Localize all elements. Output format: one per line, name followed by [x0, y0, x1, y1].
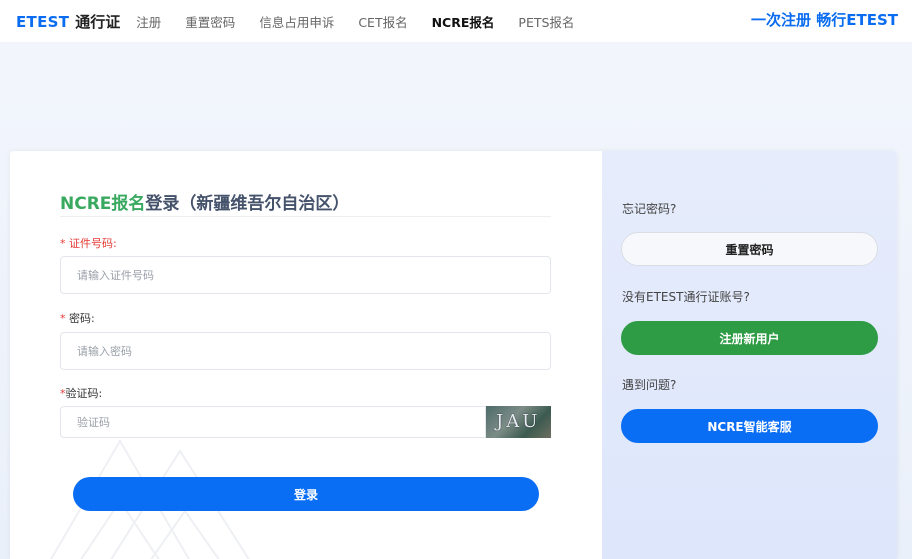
captcha-input[interactable]	[60, 406, 486, 438]
required-mark: *	[60, 312, 66, 325]
captcha-text: JAU	[496, 411, 541, 432]
slogan: 一次注册 畅行ETEST	[751, 11, 898, 29]
id-number-input[interactable]	[60, 256, 551, 294]
title-highlight: NCRE报名	[60, 194, 146, 214]
register-button[interactable]: 注册新用户	[621, 321, 878, 355]
required-mark: *	[60, 237, 66, 250]
smart-service-button[interactable]: NCRE智能客服	[621, 409, 878, 443]
captcha-label-text: 验证码:	[65, 387, 103, 400]
id-number-label: * 证件号码:	[60, 235, 117, 251]
captcha-image[interactable]: JAU	[486, 406, 551, 438]
brand-pass: 通行证	[75, 12, 121, 31]
page-title: NCRE报名登录（新疆维吾尔自治区）	[60, 189, 349, 214]
password-input[interactable]	[60, 332, 551, 370]
nav-ncre[interactable]: NCRE报名	[432, 12, 495, 31]
password-label: * 密码:	[60, 310, 95, 326]
password-label-text: 密码:	[69, 312, 95, 325]
top-navbar: ETEST 通行证 注册 重置密码 信息占用申诉 CET报名 NCRE报名 PE…	[0, 0, 912, 42]
title-rest: 登录（新疆维吾尔自治区）	[145, 194, 350, 214]
nav-cet[interactable]: CET报名	[358, 12, 407, 31]
reset-password-button[interactable]: 重置密码	[621, 232, 878, 266]
login-card: NCRE报名登录（新疆维吾尔自治区） * 证件号码: * 密码: *验证码: J…	[10, 151, 897, 559]
brand-etest: ETEST	[16, 12, 70, 31]
nav-info-appeal[interactable]: 信息占用申诉	[259, 12, 334, 31]
brand-logo[interactable]: ETEST 通行证	[16, 11, 120, 32]
nav-register[interactable]: 注册	[136, 12, 161, 31]
nav-reset-password[interactable]: 重置密码	[185, 12, 235, 31]
help-panel: 忘记密码? 重置密码 没有ETEST通行证账号? 注册新用户 遇到问题? NCR…	[602, 151, 897, 559]
forgot-password-label: 忘记密码?	[622, 202, 677, 216]
captcha-label: *验证码:	[60, 385, 102, 401]
login-button[interactable]: 登录	[73, 477, 539, 511]
title-divider	[60, 216, 551, 217]
nav-pets[interactable]: PETS报名	[518, 12, 574, 31]
main-nav: 注册 重置密码 信息占用申诉 CET报名 NCRE报名 PETS报名	[136, 12, 598, 31]
problem-label: 遇到问题?	[622, 378, 677, 392]
no-account-label: 没有ETEST通行证账号?	[622, 290, 750, 304]
id-number-label-text: 证件号码:	[69, 237, 117, 250]
login-panel: NCRE报名登录（新疆维吾尔自治区） * 证件号码: * 密码: *验证码: J…	[10, 151, 602, 559]
